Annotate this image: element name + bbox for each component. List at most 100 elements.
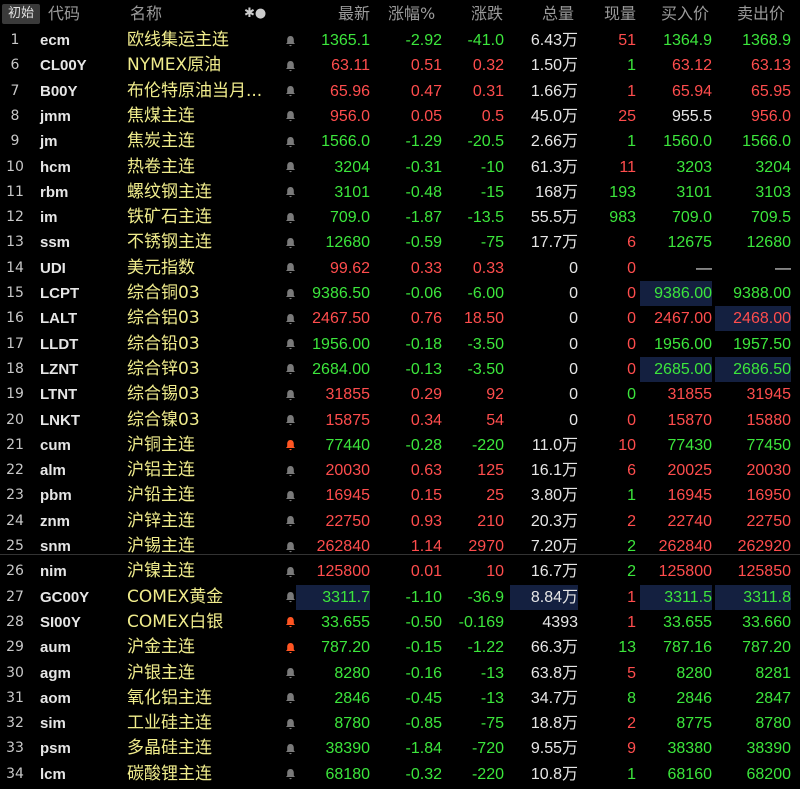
- row-code: snm: [40, 538, 71, 555]
- bell-icon[interactable]: [282, 559, 298, 584]
- bell-icon[interactable]: [282, 686, 298, 711]
- row-code: UDI: [40, 259, 66, 277]
- table-row[interactable]: 31 aom 氧化铝主连 2846 -0.45 -13 34.7万 8 2846 2847: [0, 686, 800, 711]
- init-sort-button[interactable]: 初始: [2, 4, 40, 24]
- bell-icon[interactable]: [282, 104, 298, 129]
- row-volume: 6.43万: [530, 32, 578, 49]
- table-row[interactable]: 33 psm 多晶硅主连 38390 -1.84 -720 9.55万 9 38380 38390: [0, 736, 800, 761]
- table-row[interactable]: 28 SI00Y COMEX白银 33.655 -0.50 -0.169 4393 1 33.6…: [0, 610, 800, 635]
- bell-icon[interactable]: [282, 79, 298, 104]
- bell-icon[interactable]: [282, 534, 298, 559]
- row-change-pct: -0.18: [405, 335, 442, 353]
- table-row[interactable]: 16 LALT 综合铝03 2467.50 0.76 18.50 0 0 2467.00 2468…: [0, 306, 800, 332]
- row-current-volume: 0: [627, 360, 636, 378]
- table-row[interactable]: 20 LNKT 综合镍03 15875 0.34 54 0 0 15870 15880: [0, 408, 800, 433]
- row-code: LCPT: [40, 285, 80, 302]
- bell-icon[interactable]: [282, 711, 298, 736]
- bell-icon[interactable]: [282, 281, 298, 306]
- header-vol[interactable]: 总量: [542, 0, 574, 28]
- header-ask[interactable]: 卖出价: [737, 0, 785, 28]
- table-row[interactable]: 32 sim 工业硅主连 8780 -0.85 -75 18.8万 2 8775 8780: [0, 711, 800, 736]
- row-ask-price: 22750: [746, 512, 792, 530]
- bell-icon[interactable]: [282, 180, 298, 205]
- bell-icon[interactable]: [282, 155, 298, 180]
- header-pct[interactable]: 涨幅%: [388, 0, 435, 28]
- row-latest: 262840: [316, 538, 370, 555]
- table-row[interactable]: 21 cum 沪铜主连 77440 -0.28 -220 11.0万 10 77430 77450: [0, 433, 800, 458]
- bell-icon[interactable]: [282, 205, 298, 230]
- header-chg[interactable]: 涨跌: [471, 0, 503, 28]
- bell-icon[interactable]: [282, 129, 298, 154]
- row-index: 6: [10, 57, 20, 74]
- table-row[interactable]: 19 LTNT 综合锡03 31855 0.29 92 0 0 31855 31945: [0, 382, 800, 407]
- bell-icon[interactable]: [282, 230, 298, 255]
- header-latest[interactable]: 最新: [332, 0, 370, 28]
- bell-icon[interactable]: [282, 635, 298, 660]
- table-row[interactable]: 11 rbm 螺纹钢主连 3101 -0.48 -15 168万 193 3101 3103: [0, 180, 800, 205]
- table-row[interactable]: 23 pbm 沪铅主连 16945 0.15 25 3.80万 1 16945 16950: [0, 483, 800, 508]
- row-index: 22: [6, 462, 24, 479]
- table-row[interactable]: 27 GC00Y COMEX黄金 3311.7 -1.10 -36.9 8.84万 1 3311…: [0, 584, 800, 610]
- header-code[interactable]: 代码: [48, 0, 80, 28]
- row-bid-price: 68160: [667, 765, 713, 783]
- bell-icon[interactable]: [282, 332, 298, 357]
- row-current-volume: 6: [627, 462, 636, 480]
- header-settings-icons[interactable]: ✱●: [244, 0, 266, 28]
- header-cur[interactable]: 现量: [604, 0, 636, 28]
- table-row[interactable]: 7 B00Y 布伦特原油当月... 65.96 0.47 0.31 1.66万 1 65.94 6…: [0, 79, 800, 104]
- bell-icon[interactable]: [282, 509, 298, 534]
- bell-icon[interactable]: [282, 28, 298, 53]
- table-row[interactable]: 18 LZNT 综合锌03 2684.00 -0.13 -3.50 0 0 2685.00 268…: [0, 356, 800, 382]
- row-volume: 20.3万: [530, 512, 578, 530]
- row-current-volume: 0: [627, 285, 636, 302]
- table-row[interactable]: 34 lcm 碳酸锂主连 68180 -0.32 -220 10.8万 1 68160 68200: [0, 762, 800, 787]
- table-row[interactable]: 29 aum 沪金主连 787.20 -0.15 -1.22 66.3万 13 787.16 78…: [0, 635, 800, 660]
- bell-icon[interactable]: [282, 256, 298, 281]
- bell-icon[interactable]: [282, 357, 298, 382]
- row-current-volume: 2: [627, 538, 636, 555]
- bell-icon[interactable]: [282, 408, 298, 433]
- bell-icon[interactable]: [282, 585, 298, 610]
- row-bid-price: 31855: [667, 386, 713, 404]
- bell-icon[interactable]: [282, 458, 298, 483]
- table-row[interactable]: 26 nim 沪镍主连 125800 0.01 10 16.7万 2 125800 125850: [0, 559, 800, 584]
- bell-icon[interactable]: [282, 483, 298, 508]
- table-row[interactable]: 9 jm 焦炭主连 1566.0 -1.29 -20.5 2.66万 1 1560.0 1566.…: [0, 129, 800, 154]
- row-code: B00Y: [40, 82, 78, 100]
- bell-icon[interactable]: [282, 382, 298, 407]
- row-name: 不锈钢主连: [127, 232, 212, 253]
- row-ask-price: 33.660: [742, 613, 791, 631]
- bell-icon[interactable]: [282, 610, 298, 635]
- row-current-volume: 6: [627, 234, 636, 252]
- row-volume: 0: [569, 411, 578, 429]
- header-name[interactable]: 名称: [130, 0, 162, 28]
- table-row[interactable]: 10 hcm 热卷主连 3204 -0.31 -10 61.3万 11 3203 3204: [0, 155, 800, 180]
- row-volume: 0: [569, 259, 578, 277]
- row-index: 15: [6, 285, 24, 301]
- table-row[interactable]: 12 im 铁矿石主连 709.0 -1.87 -13.5 55.5万 983 709.0 709…: [0, 205, 800, 230]
- table-row[interactable]: 1 ecm 欧线集运主连 1365.1 -2.92 -41.0 6.43万 51 1364.9 1…: [0, 28, 800, 53]
- bell-icon[interactable]: [282, 762, 298, 787]
- bell-icon[interactable]: [282, 736, 298, 761]
- row-latest: 709.0: [329, 209, 370, 227]
- row-current-volume: 1: [627, 765, 636, 783]
- header-bid[interactable]: 买入价: [661, 0, 709, 28]
- table-row[interactable]: 8 jmm 焦煤主连 956.0 0.05 0.5 45.0万 25 955.5 956.0: [0, 104, 800, 129]
- bell-icon[interactable]: [282, 306, 298, 331]
- bell-icon[interactable]: [282, 661, 298, 686]
- table-row[interactable]: 30 agm 沪银主连 8280 -0.16 -13 63.8万 5 8280 8281: [0, 661, 800, 686]
- table-row[interactable]: 25 snm 沪锡主连 262840 1.14 2970 7.20万 2 262840 26292…: [0, 534, 800, 559]
- table-row[interactable]: 13 ssm 不锈钢主连 12680 -0.59 -75 17.7万 6 12675 12680: [0, 230, 800, 255]
- bell-icon[interactable]: [282, 53, 298, 78]
- row-change: -3.50: [467, 360, 504, 378]
- row-change-pct: -2.92: [405, 32, 442, 49]
- table-row[interactable]: 15 LCPT 综合铜03 9386.50 -0.06 -6.00 0 0 9386.00 938…: [0, 281, 800, 306]
- row-code: nim: [40, 563, 67, 581]
- table-row[interactable]: 14 UDI 美元指数 99.62 0.33 0.33 0 0 — —: [0, 256, 800, 281]
- table-row[interactable]: 22 alm 沪铝主连 20030 0.63 125 16.1万 6 20025 20030: [0, 458, 800, 483]
- table-row[interactable]: 24 znm 沪锌主连 22750 0.93 210 20.3万 2 22740 22750: [0, 509, 800, 534]
- row-ask-price: —: [775, 259, 791, 277]
- bell-icon[interactable]: [282, 433, 298, 458]
- table-row[interactable]: 17 LLDT 综合铅03 1956.00 -0.18 -3.50 0 0 1956.00 195…: [0, 332, 800, 357]
- table-row[interactable]: 6 CL00Y NYMEX原油 63.11 0.51 0.32 1.50万 1 63.12 63.…: [0, 53, 800, 78]
